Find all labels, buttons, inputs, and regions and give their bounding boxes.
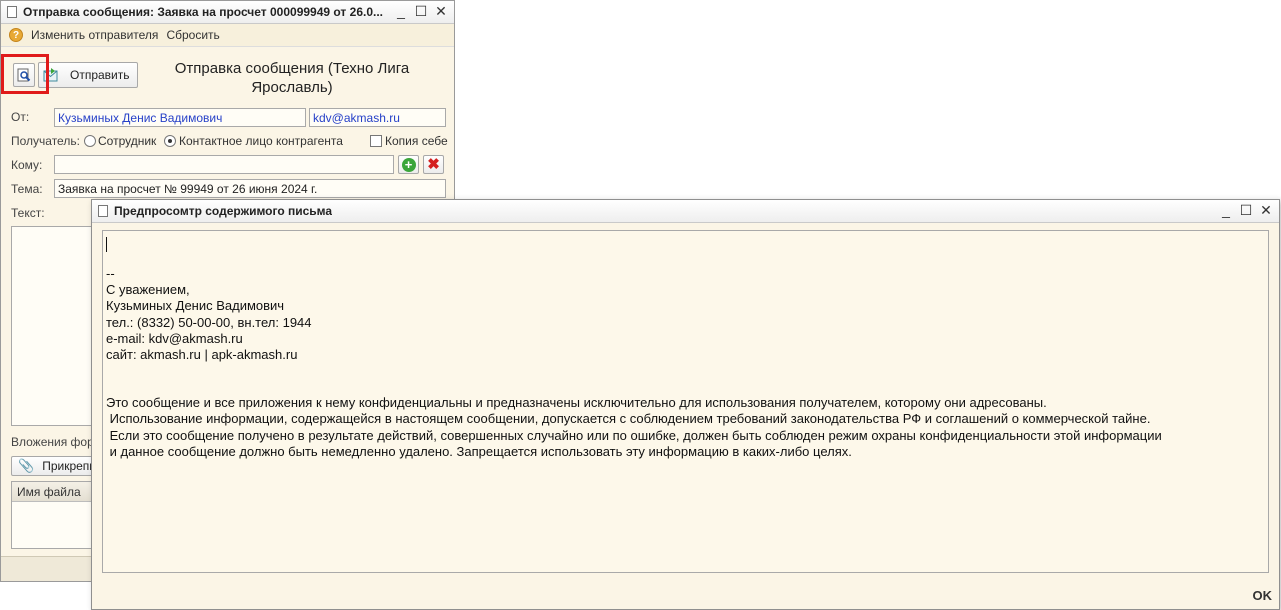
ok-button[interactable]: OK (1253, 588, 1273, 603)
window-title: Отправка сообщения: Заявка на просчет 00… (23, 5, 383, 19)
preview-line: Если это сообщение получено в результате… (106, 427, 1162, 443)
text-cursor (106, 237, 107, 252)
preview-window-title: Предпросомтр содержимого письма (114, 204, 333, 218)
preview-line: сайт: akmash.ru | apk-akmash.ru (106, 347, 298, 363)
from-name-field[interactable]: Кузьминых Денис Вадимович (54, 108, 306, 127)
form-title: Отправка сообщения (Техно Лига Ярославль… (174, 60, 410, 96)
minimize-icon[interactable]: _ (394, 3, 408, 20)
help-icon[interactable]: ? (9, 28, 23, 42)
attachments-label: Вложения форм (11, 435, 103, 449)
from-email-field[interactable]: kdv@akmash.ru (309, 108, 446, 127)
highlight-frame (1, 54, 49, 94)
preview-line: e-mail: kdv@akmash.ru (106, 330, 243, 346)
from-label: От: (11, 110, 30, 124)
radio-contact-person[interactable] (164, 135, 176, 147)
document-icon (98, 205, 108, 217)
file-name-column-header[interactable]: Имя файла (12, 482, 100, 502)
to-label: Кому: (11, 158, 43, 172)
add-recipient-button[interactable]: + (398, 155, 419, 174)
preview-titlebar[interactable]: Предпросомтр содержимого письма _ ☐ ✕ (92, 200, 1279, 223)
text-label: Текст: (11, 206, 45, 220)
to-field[interactable] (54, 155, 394, 174)
send-message-titlebar[interactable]: Отправка сообщения: Заявка на просчет 00… (1, 1, 454, 24)
email-preview-content[interactable]: -- С уважением, Кузьминых Денис Вадимови… (102, 230, 1269, 573)
send-button-label: Отправить (70, 68, 130, 82)
attach-button[interactable]: 📎 Прикрепит (11, 456, 101, 476)
radio-employee-label: Сотрудник (98, 134, 157, 148)
preview-line: Кузьминых Денис Вадимович (106, 298, 285, 314)
copy-self-label: Копия себе (385, 134, 448, 148)
subject-label: Тема: (11, 182, 43, 196)
maximize-icon[interactable]: ☐ (414, 3, 428, 20)
radio-contact-person-label: Контактное лицо контрагента (179, 134, 343, 148)
preview-line: Это сообщение и все приложения к нему ко… (106, 395, 1047, 411)
preview-line (106, 363, 1265, 379)
subject-field[interactable]: Заявка на просчет № 99949 от 26 июня 202… (54, 179, 446, 198)
preview-line: тел.: (8332) 50-00-00, вн.тел: 1944 (106, 314, 312, 330)
clear-recipient-button[interactable]: ✖ (423, 155, 444, 174)
paperclip-icon: 📎 (18, 458, 35, 473)
plus-icon: + (401, 157, 416, 172)
minimize-icon[interactable]: _ (1219, 202, 1233, 219)
radio-employee[interactable] (84, 135, 96, 147)
change-sender-button[interactable]: Изменить отправителя (31, 28, 158, 42)
message-text-area[interactable] (11, 226, 99, 426)
send-button[interactable]: Отправить (38, 62, 138, 88)
preview-line: Использование информации, содержащейся в… (106, 411, 1151, 427)
preview-line: и данное сообщение должно быть немедленн… (106, 443, 852, 459)
preview-line: С уважением, (106, 282, 190, 298)
email-preview-window: Предпросомтр содержимого письма _ ☐ ✕ --… (91, 199, 1280, 610)
command-bar: ? Изменить отправителя Сбросить (1, 24, 454, 47)
delete-icon: ✖ (427, 156, 440, 173)
document-icon (7, 6, 17, 18)
preview-line (106, 379, 1265, 395)
reset-button[interactable]: Сбросить (166, 28, 219, 42)
close-icon[interactable]: ✕ (1259, 202, 1273, 219)
preview-line: -- (106, 266, 115, 281)
recipient-label: Получатель: (11, 134, 80, 148)
attachments-table[interactable]: Имя файла (11, 481, 101, 549)
copy-self-checkbox[interactable] (370, 135, 382, 147)
close-icon[interactable]: ✕ (434, 3, 448, 20)
maximize-icon[interactable]: ☐ (1239, 202, 1253, 219)
